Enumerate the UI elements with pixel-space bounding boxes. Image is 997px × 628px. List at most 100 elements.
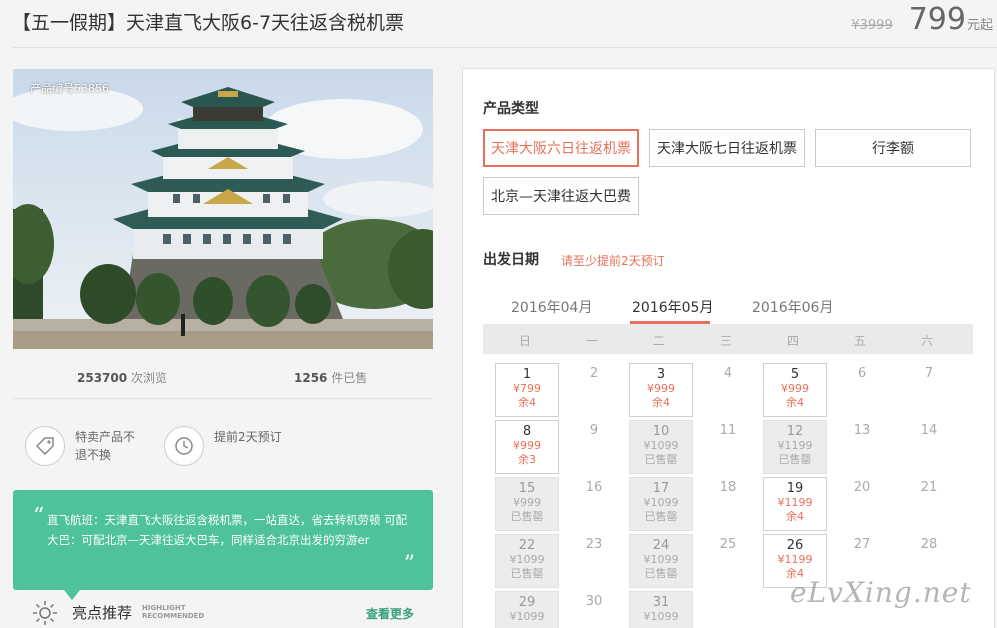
highlight-subtitle: HIGHLIGHT RECOMMENDED [142, 604, 204, 620]
calendar-day: 25 [696, 534, 760, 588]
weekday-wed: 三 [719, 334, 732, 348]
price-block: ¥3999 799 元起 [851, 2, 993, 37]
calendar-day: 15 ¥999 已售罄 [495, 477, 559, 531]
calendar-day: 30 [562, 591, 626, 628]
calendar-day: 4 [696, 363, 760, 417]
day-price: ¥999 [647, 382, 675, 395]
month-tab-jun[interactable]: 2016年06月 [752, 297, 833, 317]
day-number: 18 [719, 480, 737, 495]
calendar-day: 13 [830, 420, 894, 474]
day-number: 17 [652, 481, 670, 496]
day-stock: 余4 [786, 396, 804, 409]
weekday-tue: 二 [652, 334, 665, 348]
view-count-label: 次浏览 [127, 371, 167, 385]
product-image [13, 69, 433, 349]
type-option-7day[interactable]: 天津大阪七日往返机票 [649, 129, 805, 167]
day-number: 24 [652, 538, 670, 553]
day-number: 25 [719, 537, 737, 552]
stats-divider [13, 398, 433, 399]
calendar-day[interactable]: 5 ¥999 余4 [763, 363, 827, 417]
day-price: ¥1099 [509, 553, 545, 566]
castle-illustration [13, 69, 433, 349]
day-number: 2 [589, 366, 599, 381]
calendar-day: 9 [562, 420, 626, 474]
calendar-day: 18 [696, 477, 760, 531]
day-number: 3 [656, 367, 666, 382]
day-stock: 已售罄 [510, 510, 544, 523]
header: 【五一假期】天津直飞大阪6-7天往返含税机票 ¥3999 799 元起 [0, 0, 997, 48]
day-number: 12 [786, 424, 804, 439]
view-count-value: 253700 [77, 371, 128, 385]
sold-count: 1256 件已售 [294, 369, 367, 386]
calendar-day[interactable]: 3 ¥999 余4 [629, 363, 693, 417]
sun-icon [33, 601, 57, 625]
day-number: 1 [522, 367, 532, 382]
calendar-day[interactable]: 19 ¥1199 余4 [763, 477, 827, 531]
day-price: ¥999 [513, 496, 541, 509]
type-option-bus[interactable]: 北京—天津往返大巴费 [483, 177, 639, 215]
calendar-day: 29 ¥1099 [495, 591, 559, 628]
day-number: 13 [853, 423, 871, 438]
feature-advance-booking-text: 提前2天预订 [214, 430, 282, 444]
day-price: ¥999 [781, 382, 809, 395]
sale-price: 799 [908, 2, 966, 37]
calendar-day: 21 [897, 477, 961, 531]
calendar-day[interactable]: 8 ¥999 余3 [495, 420, 559, 474]
day-number: 6 [857, 366, 867, 381]
day-number: 31 [652, 595, 670, 610]
calendar-day: 31 ¥1099 [629, 591, 693, 628]
day-number: 29 [518, 595, 536, 610]
day-number: 4 [723, 366, 733, 381]
departure-date-label: 出发日期 [483, 252, 539, 268]
calendar-day: 20 [830, 477, 894, 531]
highlight-header: 亮点推荐 HIGHLIGHT RECOMMENDED 查看更多 [30, 598, 430, 628]
header-divider [12, 47, 997, 48]
clock-icon [164, 426, 204, 466]
month-tab-apr[interactable]: 2016年04月 [511, 297, 592, 317]
day-number: 26 [786, 538, 804, 553]
day-stock: 已售罄 [778, 453, 812, 466]
view-count: 253700 次浏览 [77, 369, 167, 386]
type-option-luggage[interactable]: 行李额 [815, 129, 971, 167]
day-number: 19 [786, 481, 804, 496]
calendar-day: 17 ¥1099 已售罄 [629, 477, 693, 531]
day-number: 21 [920, 480, 938, 495]
see-more-link[interactable]: 查看更多 [366, 605, 414, 622]
month-tab-may[interactable]: 2016年05月 [632, 297, 713, 317]
calendar-day: 2 [562, 363, 626, 417]
day-stock: 已售罄 [510, 567, 544, 580]
calendar-day: 16 [562, 477, 626, 531]
feature-no-refund: 特卖产品不退不换 [25, 426, 145, 466]
day-stock: 余4 [786, 510, 804, 523]
sold-count-value: 1256 [294, 371, 328, 385]
calendar-day: 23 [562, 534, 626, 588]
day-number: 9 [589, 423, 599, 438]
day-price: ¥1199 [777, 553, 813, 566]
day-price: ¥1199 [777, 496, 813, 509]
booking-panel: 产品类型 天津大阪六日往返机票 天津大阪七日往返机票 行李额 北京—天津往返大巴… [462, 68, 995, 628]
day-number: 10 [652, 424, 670, 439]
day-number: 15 [518, 481, 536, 496]
feature-no-refund-text: 特卖产品不退不换 [75, 430, 136, 462]
day-number: 8 [522, 424, 532, 439]
day-number: 14 [920, 423, 938, 438]
advance-notice: 请至少提前2天预订 [561, 254, 665, 268]
price-unit: 元起 [966, 18, 993, 33]
quote-open-icon: “ [33, 504, 45, 529]
calendar-day: 6 [830, 363, 894, 417]
calendar-day: 22 ¥1099 已售罄 [495, 534, 559, 588]
day-price: ¥1099 [643, 439, 679, 452]
day-stock: 已售罄 [644, 453, 678, 466]
day-price: ¥799 [513, 382, 541, 395]
day-number: 22 [518, 538, 536, 553]
calendar-day: 14 [897, 420, 961, 474]
day-price: ¥1099 [643, 610, 679, 623]
day-stock: 已售罄 [644, 510, 678, 523]
calendar-day[interactable]: 1 ¥799 余4 [495, 363, 559, 417]
original-price: ¥3999 [851, 18, 893, 33]
day-number: 16 [585, 480, 603, 495]
calendar-day: 11 [696, 420, 760, 474]
highlight-title: 亮点推荐 [72, 604, 133, 622]
feature-advance-booking: 提前2天预订 [164, 426, 284, 466]
type-option-6day[interactable]: 天津大阪六日往返机票 [483, 129, 639, 167]
